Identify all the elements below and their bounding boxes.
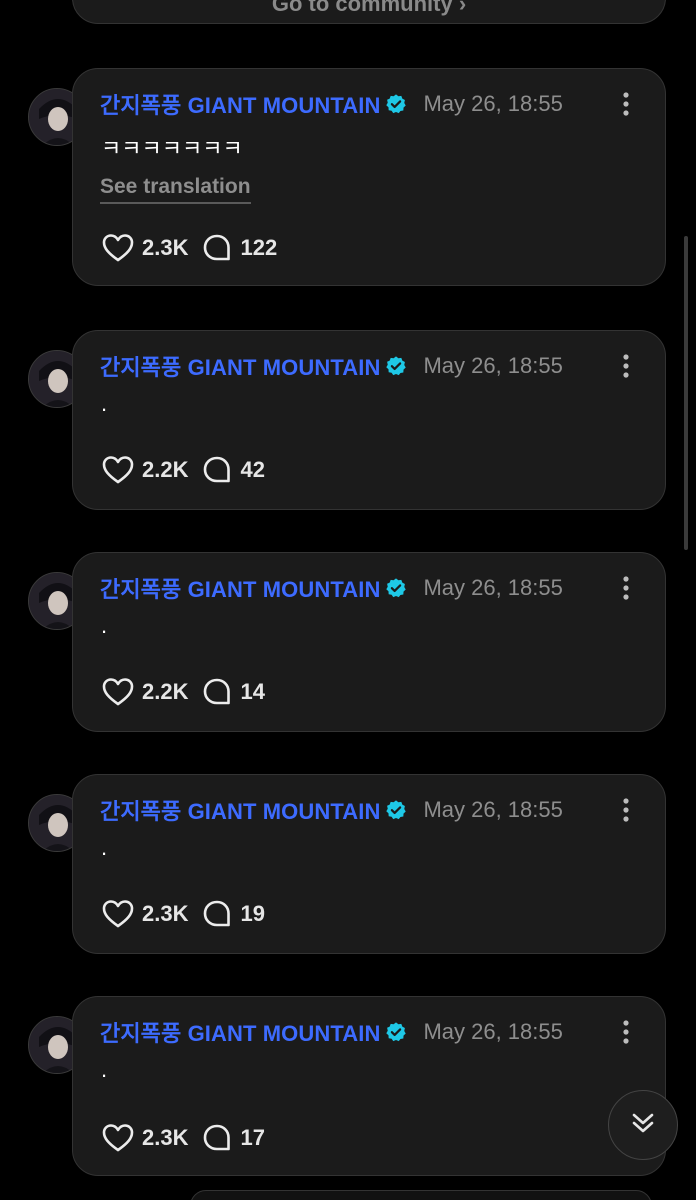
community-feed: Go to community › 간지폭풍 GIANT MOUNTAIN Ma…	[0, 0, 696, 1200]
post-timestamp: May 26, 18:55	[423, 797, 563, 822]
scroll-to-bottom-button[interactable]	[608, 1090, 678, 1160]
post-actions: 2.2K 14	[102, 675, 265, 709]
post-header: 간지폭풍 GIANT MOUNTAIN May 26, 18:55	[100, 1017, 563, 1047]
more-vertical-icon[interactable]	[621, 797, 631, 823]
like-count: 2.3K	[142, 1125, 189, 1150]
verified-badge-icon	[385, 1021, 407, 1043]
see-translation-link[interactable]: See translation	[100, 175, 251, 204]
post-timestamp: May 26, 18:55	[423, 91, 563, 116]
heart-icon[interactable]	[102, 233, 134, 263]
post-card[interactable]: 간지폭풍 GIANT MOUNTAIN May 26, 18:55 . 2.3K…	[72, 996, 666, 1176]
scrollbar[interactable]	[684, 236, 688, 550]
go-to-community-card[interactable]: Go to community ›	[72, 0, 666, 24]
post-card[interactable]: 간지폭풍 GIANT MOUNTAIN May 26, 18:55 ㅋㅋㅋㅋㅋㅋ…	[72, 68, 666, 286]
verified-badge-icon	[385, 93, 407, 115]
post-card[interactable]: 간지폭풍 GIANT MOUNTAIN May 26, 18:55 . 2.2K…	[72, 552, 666, 732]
comment-bubble-icon[interactable]	[202, 233, 232, 263]
post-card[interactable]: 간지폭풍 GIANT MOUNTAIN May 26, 18:55 . 2.3K…	[72, 774, 666, 954]
post-content: .	[101, 835, 108, 860]
heart-icon[interactable]	[102, 677, 134, 707]
post: 간지폭풍 GIANT MOUNTAIN May 26, 18:55 . 2.2K…	[0, 330, 696, 510]
post-header: 간지폭풍 GIANT MOUNTAIN May 26, 18:55	[100, 795, 563, 825]
comment-bubble-icon[interactable]	[202, 455, 232, 485]
author-name[interactable]: 간지폭풍 GIANT MOUNTAIN	[100, 88, 380, 120]
more-vertical-icon[interactable]	[621, 91, 631, 117]
post-actions: 2.3K 19	[102, 897, 265, 931]
post-content: .	[101, 391, 108, 416]
post-actions: 2.3K 17	[102, 1121, 265, 1155]
comment-bubble-icon[interactable]	[202, 899, 232, 929]
verified-badge-icon	[385, 355, 407, 377]
post-card[interactable]: 간지폭풍 GIANT MOUNTAIN May 26, 18:55 . 2.2K…	[72, 330, 666, 510]
author-name[interactable]: 간지폭풍 GIANT MOUNTAIN	[100, 1016, 380, 1048]
post: 간지폭풍 GIANT MOUNTAIN May 26, 18:55 ㅋㅋㅋㅋㅋㅋ…	[0, 68, 696, 288]
heart-icon[interactable]	[102, 455, 134, 485]
more-vertical-icon[interactable]	[621, 1019, 631, 1045]
verified-badge-icon	[385, 577, 407, 599]
post-header: 간지폭풍 GIANT MOUNTAIN May 26, 18:55	[100, 573, 563, 603]
comment-count: 14	[240, 679, 265, 704]
post-header: 간지폭풍 GIANT MOUNTAIN May 26, 18:55	[100, 89, 563, 119]
go-to-community-link[interactable]: Go to community ›	[73, 0, 665, 17]
post-content: ㅋㅋㅋㅋㅋㅋㅋ	[101, 136, 243, 161]
comment-count: 122	[240, 235, 278, 260]
post-content: .	[101, 1057, 108, 1082]
more-vertical-icon[interactable]	[621, 353, 631, 379]
post-content: .	[101, 613, 108, 638]
post-timestamp: May 26, 18:55	[423, 353, 563, 378]
post-actions: 2.3K 122	[102, 231, 277, 265]
comment-input-bar[interactable]	[190, 1190, 652, 1200]
more-vertical-icon[interactable]	[621, 575, 631, 601]
post-header: 간지폭풍 GIANT MOUNTAIN May 26, 18:55	[100, 351, 563, 381]
comment-count: 42	[240, 457, 265, 482]
comment-bubble-icon[interactable]	[202, 677, 232, 707]
author-name[interactable]: 간지폭풍 GIANT MOUNTAIN	[100, 350, 380, 382]
post-actions: 2.2K 42	[102, 453, 265, 487]
post: 간지폭풍 GIANT MOUNTAIN May 26, 18:55 . 2.3K…	[0, 774, 696, 954]
like-count: 2.2K	[142, 679, 189, 704]
author-name[interactable]: 간지폭풍 GIANT MOUNTAIN	[100, 572, 380, 604]
heart-icon[interactable]	[102, 1123, 134, 1153]
comment-count: 19	[240, 901, 265, 926]
post: 간지폭풍 GIANT MOUNTAIN May 26, 18:55 . 2.3K…	[0, 996, 696, 1176]
post-timestamp: May 26, 18:55	[423, 575, 563, 600]
comment-count: 17	[240, 1125, 265, 1150]
like-count: 2.2K	[142, 457, 189, 482]
like-count: 2.3K	[142, 235, 189, 260]
post: 간지폭풍 GIANT MOUNTAIN May 26, 18:55 . 2.2K…	[0, 552, 696, 732]
post-timestamp: May 26, 18:55	[423, 1019, 563, 1044]
comment-bubble-icon[interactable]	[202, 1123, 232, 1153]
double-chevron-down-icon	[628, 1108, 658, 1143]
heart-icon[interactable]	[102, 899, 134, 929]
verified-badge-icon	[385, 799, 407, 821]
author-name[interactable]: 간지폭풍 GIANT MOUNTAIN	[100, 794, 380, 826]
like-count: 2.3K	[142, 901, 189, 926]
